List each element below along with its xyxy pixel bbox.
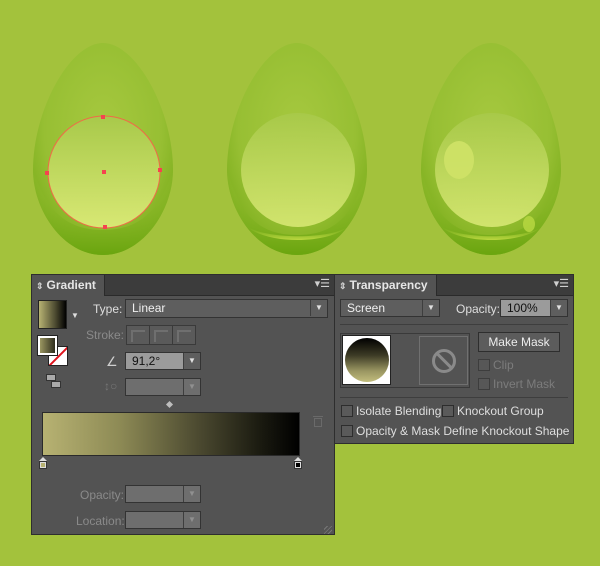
transparency-panel-tabbar: ⇕ Transparency ▾☰ [335,275,573,296]
collapse-icon[interactable]: ⇕ [339,281,347,291]
collapse-icon[interactable]: ⇕ [36,281,44,291]
chevron-down-icon[interactable]: ▼ [550,300,567,316]
invert-mask-label: Invert Mask [493,377,556,391]
divider [340,324,568,325]
chevron-down-icon[interactable]: ▼ [183,353,200,369]
angle-icon: ∠ [106,354,118,369]
mask-thumbnail-empty[interactable] [419,336,468,385]
make-mask-button[interactable]: Make Mask [478,332,560,352]
opacity-mask-knockout-label: Opacity & Mask Define Knockout Shape [356,424,570,438]
isolate-blending-label: Isolate Blending [356,404,442,418]
gradient-slider[interactable] [42,412,300,456]
stroke-gradient-within-button[interactable] [126,325,150,345]
fill-swatch[interactable] [37,335,58,356]
blend-mode-select[interactable]: Screen ▼ [340,299,440,317]
tab-gradient[interactable]: ⇕ Gradient [32,275,105,296]
gradient-stop-start[interactable] [39,457,47,471]
opacity-mask-knockout-checkbox[interactable] [341,425,353,437]
angle-input[interactable]: 91,2° ▼ [125,352,201,370]
highlight [523,216,535,232]
invert-mask-checkbox[interactable] [478,378,490,390]
egg-2 [227,43,367,255]
opacity-input[interactable]: 100% ▼ [500,299,568,317]
panel-menu-icon[interactable]: ▾☰ [554,279,569,290]
no-mask-icon [432,349,456,373]
chevron-down-icon: ▼ [183,379,200,395]
stroke-gradient-across-button[interactable] [172,325,196,345]
chevron-down-icon: ▼ [183,512,200,528]
stop-location-input[interactable]: ▼ [125,511,201,529]
anchor-point[interactable] [101,115,105,119]
highlight [444,141,474,179]
gradient-preset-dropdown-icon[interactable]: ▼ [71,311,79,320]
anchor-point[interactable] [103,225,107,229]
opacity-label: Opacity: [456,302,501,316]
clip-checkbox[interactable] [478,359,490,371]
knockout-group-label: Knockout Group [457,404,544,418]
stop-location-label: Location: [76,514,125,528]
chevron-down-icon: ▼ [183,486,200,502]
gradient-panel-tabbar: ⇕ Gradient ▾☰ [32,275,334,296]
delete-stop-icon[interactable] [313,415,323,427]
isolate-blending-checkbox[interactable] [341,405,353,417]
stroke-gradient-along-button[interactable] [149,325,173,345]
egg-3 [421,43,561,255]
egg-1 [33,43,173,255]
center-point[interactable] [102,170,106,174]
stroke-label: Stroke: [86,328,125,342]
divider [340,397,568,398]
gradient-to-fill-stroke-icon[interactable] [45,374,61,388]
gradient-stop-end[interactable] [294,457,302,471]
tab-transparency[interactable]: ⇕ Transparency [335,275,437,296]
aspect-ratio-input[interactable]: ▼ [125,378,201,396]
gradient-type-select[interactable]: Linear ▼ [125,299,328,318]
chevron-down-icon: ▼ [310,300,327,316]
anchor-point[interactable] [158,168,162,172]
type-label: Type: [93,302,123,316]
chevron-down-icon: ▼ [422,300,439,316]
aspect-ratio-icon: ↕○ [104,379,118,393]
gradient-preview-swatch[interactable] [38,300,67,329]
stop-opacity-input[interactable]: ▼ [125,485,201,503]
anchor-point[interactable] [45,171,49,175]
object-thumbnail[interactable] [342,335,391,385]
clip-label: Clip [493,358,514,372]
resize-grip-icon[interactable] [324,526,332,534]
artwork-canvas[interactable] [0,0,600,270]
knockout-group-checkbox[interactable] [442,405,454,417]
stop-opacity-label: Opacity: [80,488,125,502]
panel-menu-icon[interactable]: ▾☰ [315,279,330,290]
